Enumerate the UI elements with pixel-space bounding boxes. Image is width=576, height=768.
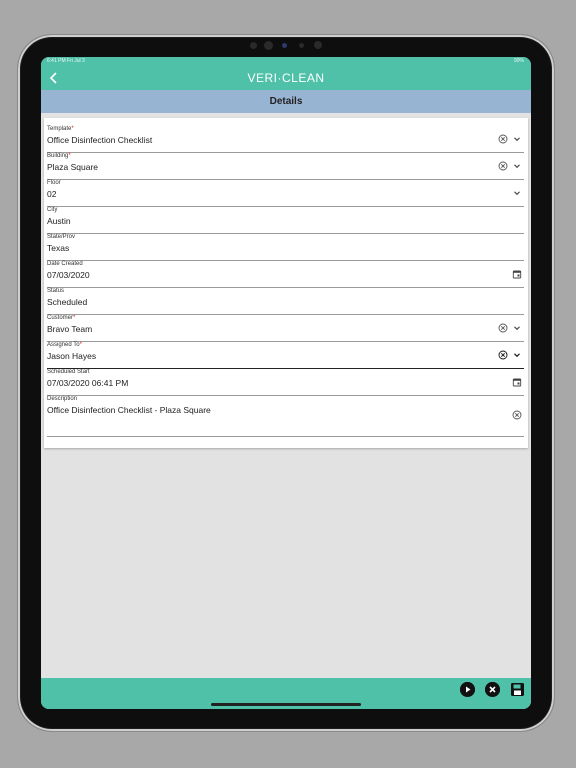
field-label-text: Template: [47, 126, 72, 132]
field-label: Building*: [47, 153, 71, 159]
required-marker: *: [79, 342, 82, 348]
field-description[interactable]: Description Office Disinfection Checklist…: [47, 396, 524, 437]
chevron-down-icon[interactable]: [512, 134, 522, 144]
field-building[interactable]: Building* Plaza Square: [47, 153, 524, 180]
clear-icon[interactable]: [512, 410, 522, 420]
field-label-text: Status: [47, 288, 65, 294]
field-floor[interactable]: Floor 02: [47, 180, 524, 207]
save-icon[interactable]: [510, 682, 525, 697]
field-value[interactable]: 07/03/2020: [47, 270, 90, 280]
field-date-created[interactable]: Date Created 07/03/2020: [47, 261, 524, 288]
details-form: Template* Office Disinfection Checklist Bu…: [44, 118, 528, 448]
status-time: 6:41 PM Fri Jul 3: [47, 58, 85, 64]
app-screen: 6:41 PM Fri Jul 3 99% VERI·CLEAN Details…: [41, 57, 531, 709]
field-value[interactable]: Office Disinfection Checklist: [47, 135, 152, 145]
field-label: Description: [47, 396, 77, 402]
clear-icon[interactable]: [498, 161, 508, 171]
field-label: Scheduled Start: [47, 369, 90, 375]
chevron-down-icon[interactable]: [512, 350, 522, 360]
chevron-down-icon[interactable]: [512, 161, 522, 171]
field-label: Customer*: [47, 315, 75, 321]
required-marker: *: [71, 126, 74, 132]
field-value[interactable]: Office Disinfection Checklist - Plaza Sq…: [47, 405, 211, 415]
clear-icon[interactable]: [498, 350, 508, 360]
field-value[interactable]: Austin: [47, 216, 71, 226]
status-bar: 6:41 PM Fri Jul 3 99%: [41, 57, 531, 66]
cancel-icon[interactable]: [485, 682, 500, 697]
chevron-down-icon[interactable]: [512, 323, 522, 333]
required-marker: *: [73, 315, 76, 321]
field-label: Template*: [47, 126, 74, 132]
battery-level: 99%: [513, 58, 524, 64]
field-label: Status: [47, 288, 64, 294]
sensor-dot-2: [299, 43, 304, 48]
field-label-text: City: [47, 207, 58, 213]
app-header: VERI·CLEAN: [41, 66, 531, 90]
app-logo: VERI·CLEAN: [247, 71, 325, 85]
field-label: Floor: [47, 180, 61, 186]
field-value[interactable]: Bravo Team: [47, 324, 92, 334]
field-assigned-to[interactable]: Assigned To* Jason Hayes: [47, 342, 524, 369]
field-label: Date Created: [47, 261, 83, 267]
field-label: Assigned To*: [47, 342, 82, 348]
field-value[interactable]: 02: [47, 189, 56, 199]
field-customer[interactable]: Customer* Bravo Team: [47, 315, 524, 342]
camera-lens: [264, 41, 273, 50]
field-label-text: Date Created: [47, 261, 83, 267]
field-label-text: Scheduled Start: [47, 369, 90, 375]
play-icon[interactable]: [460, 682, 475, 697]
calendar-icon[interactable]: [512, 377, 522, 387]
field-label-text: Building: [47, 153, 69, 159]
field-label-text: Floor: [47, 180, 61, 186]
camera-dot: [250, 42, 257, 49]
field-value[interactable]: Scheduled: [47, 297, 87, 307]
field-label-text: State/Prov: [47, 234, 76, 240]
camera-dot-2: [314, 41, 322, 49]
clear-icon[interactable]: [498, 134, 508, 144]
sensor-dot: [282, 43, 287, 48]
field-scheduled-start[interactable]: Scheduled Start 07/03/2020 06:41 PM: [47, 369, 524, 396]
field-value[interactable]: Plaza Square: [47, 162, 98, 172]
calendar-icon[interactable]: [512, 269, 522, 279]
field-value[interactable]: Jason Hayes: [47, 351, 96, 361]
field-label-text: Customer: [47, 315, 74, 321]
required-marker: *: [68, 153, 71, 159]
page-title: Details: [41, 90, 531, 113]
field-value[interactable]: 07/03/2020 06:41 PM: [47, 378, 128, 388]
field-template[interactable]: Template* Office Disinfection Checklist: [47, 126, 524, 153]
field-city[interactable]: City Austin: [47, 207, 524, 234]
field-label-text: Assigned To: [47, 342, 80, 348]
field-status[interactable]: Status Scheduled: [47, 288, 524, 315]
field-label: City: [47, 207, 57, 213]
field-state-prov[interactable]: State/Prov Texas: [47, 234, 524, 261]
field-label: State/Prov: [47, 234, 75, 240]
chevron-down-icon[interactable]: [512, 188, 522, 198]
home-indicator: [211, 703, 361, 706]
field-label-text: Description: [47, 396, 78, 402]
field-value[interactable]: Texas: [47, 243, 69, 253]
clear-icon[interactable]: [498, 323, 508, 333]
